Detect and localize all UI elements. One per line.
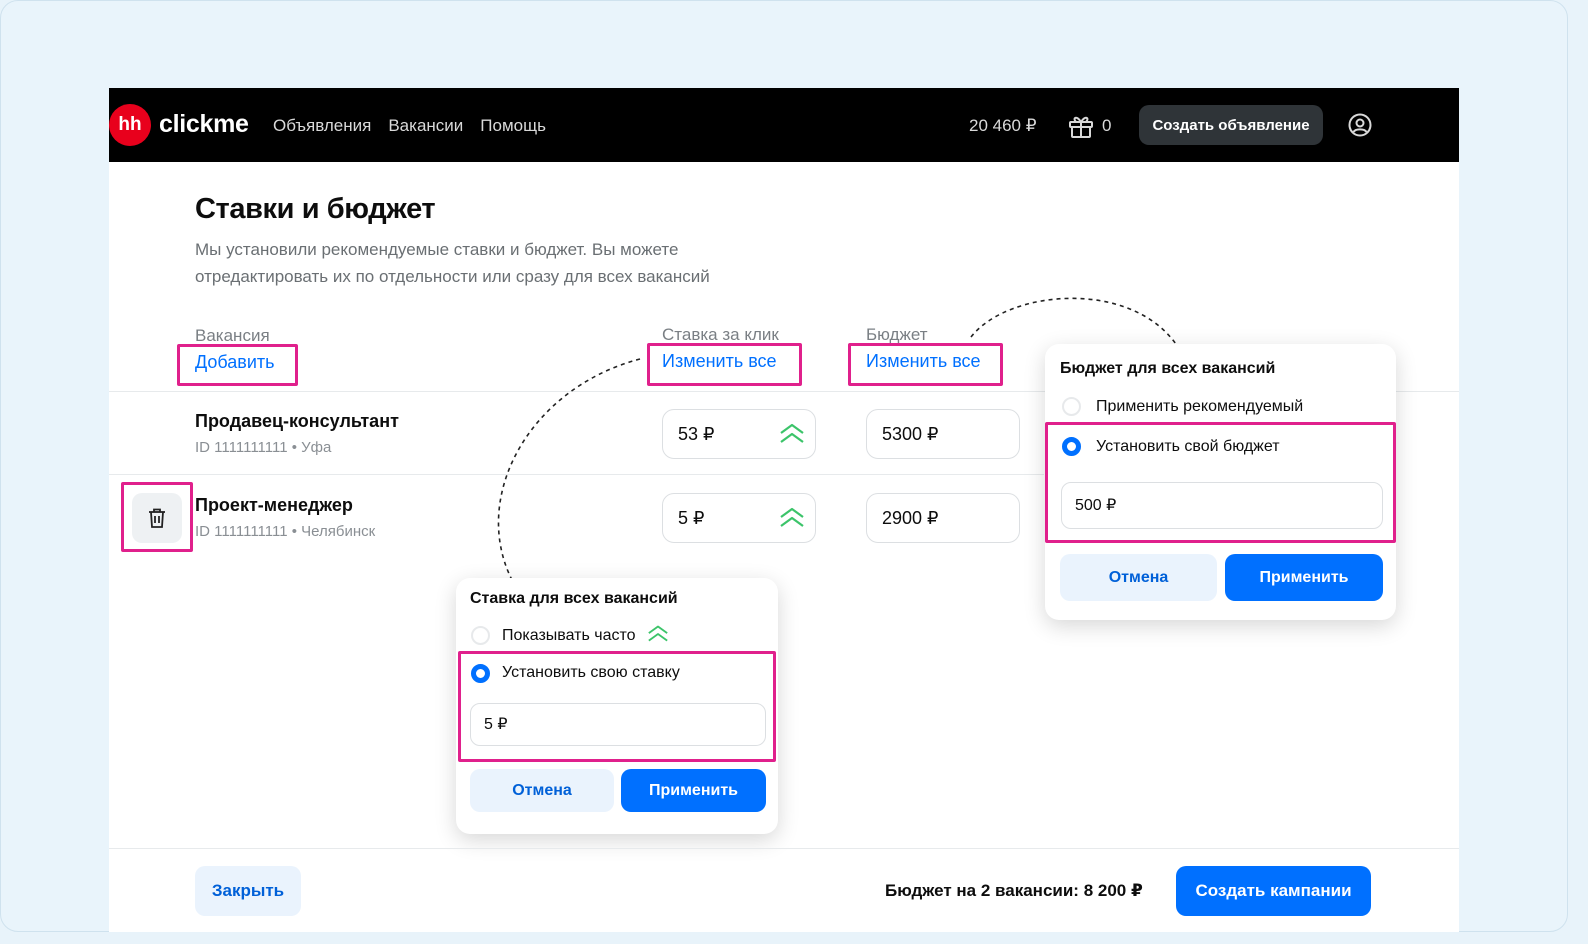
budget-apply-button[interactable]: Применить: [1225, 554, 1383, 601]
radio-show-often-label: Показывать часто: [502, 627, 636, 644]
double-chevron-up-icon: [648, 625, 668, 642]
radio-recommended-budget[interactable]: [1062, 397, 1081, 416]
app-window: hh clickme Объявления Вакансии Помощь 20…: [109, 88, 1459, 932]
bid-popup-title: Ставка для всех вакансий: [470, 590, 678, 607]
budget-popup: Бюджет для всех вакансий Применить реком…: [1045, 344, 1396, 620]
budget-total: Бюджет на 2 вакансии: 8 200 ₽: [885, 881, 1143, 900]
create-campaigns-button[interactable]: Создать кампании: [1176, 866, 1371, 916]
budget-cancel-button[interactable]: Отмена: [1060, 554, 1217, 601]
radio-show-often[interactable]: [471, 626, 490, 645]
highlight-custom-budget: [1045, 422, 1396, 543]
highlight-custom-bid: [458, 651, 776, 762]
bid-cancel-button[interactable]: Отмена: [470, 769, 614, 812]
close-button[interactable]: Закрыть: [195, 866, 301, 916]
footer-divider: [109, 848, 1459, 849]
radio-recommended-budget-label: Применить рекомендуемый: [1096, 398, 1304, 415]
bid-apply-button[interactable]: Применить: [621, 769, 766, 812]
budget-popup-title: Бюджет для всех вакансий: [1060, 360, 1276, 377]
bid-popup: Ставка для всех вакансий Показывать част…: [456, 578, 778, 834]
